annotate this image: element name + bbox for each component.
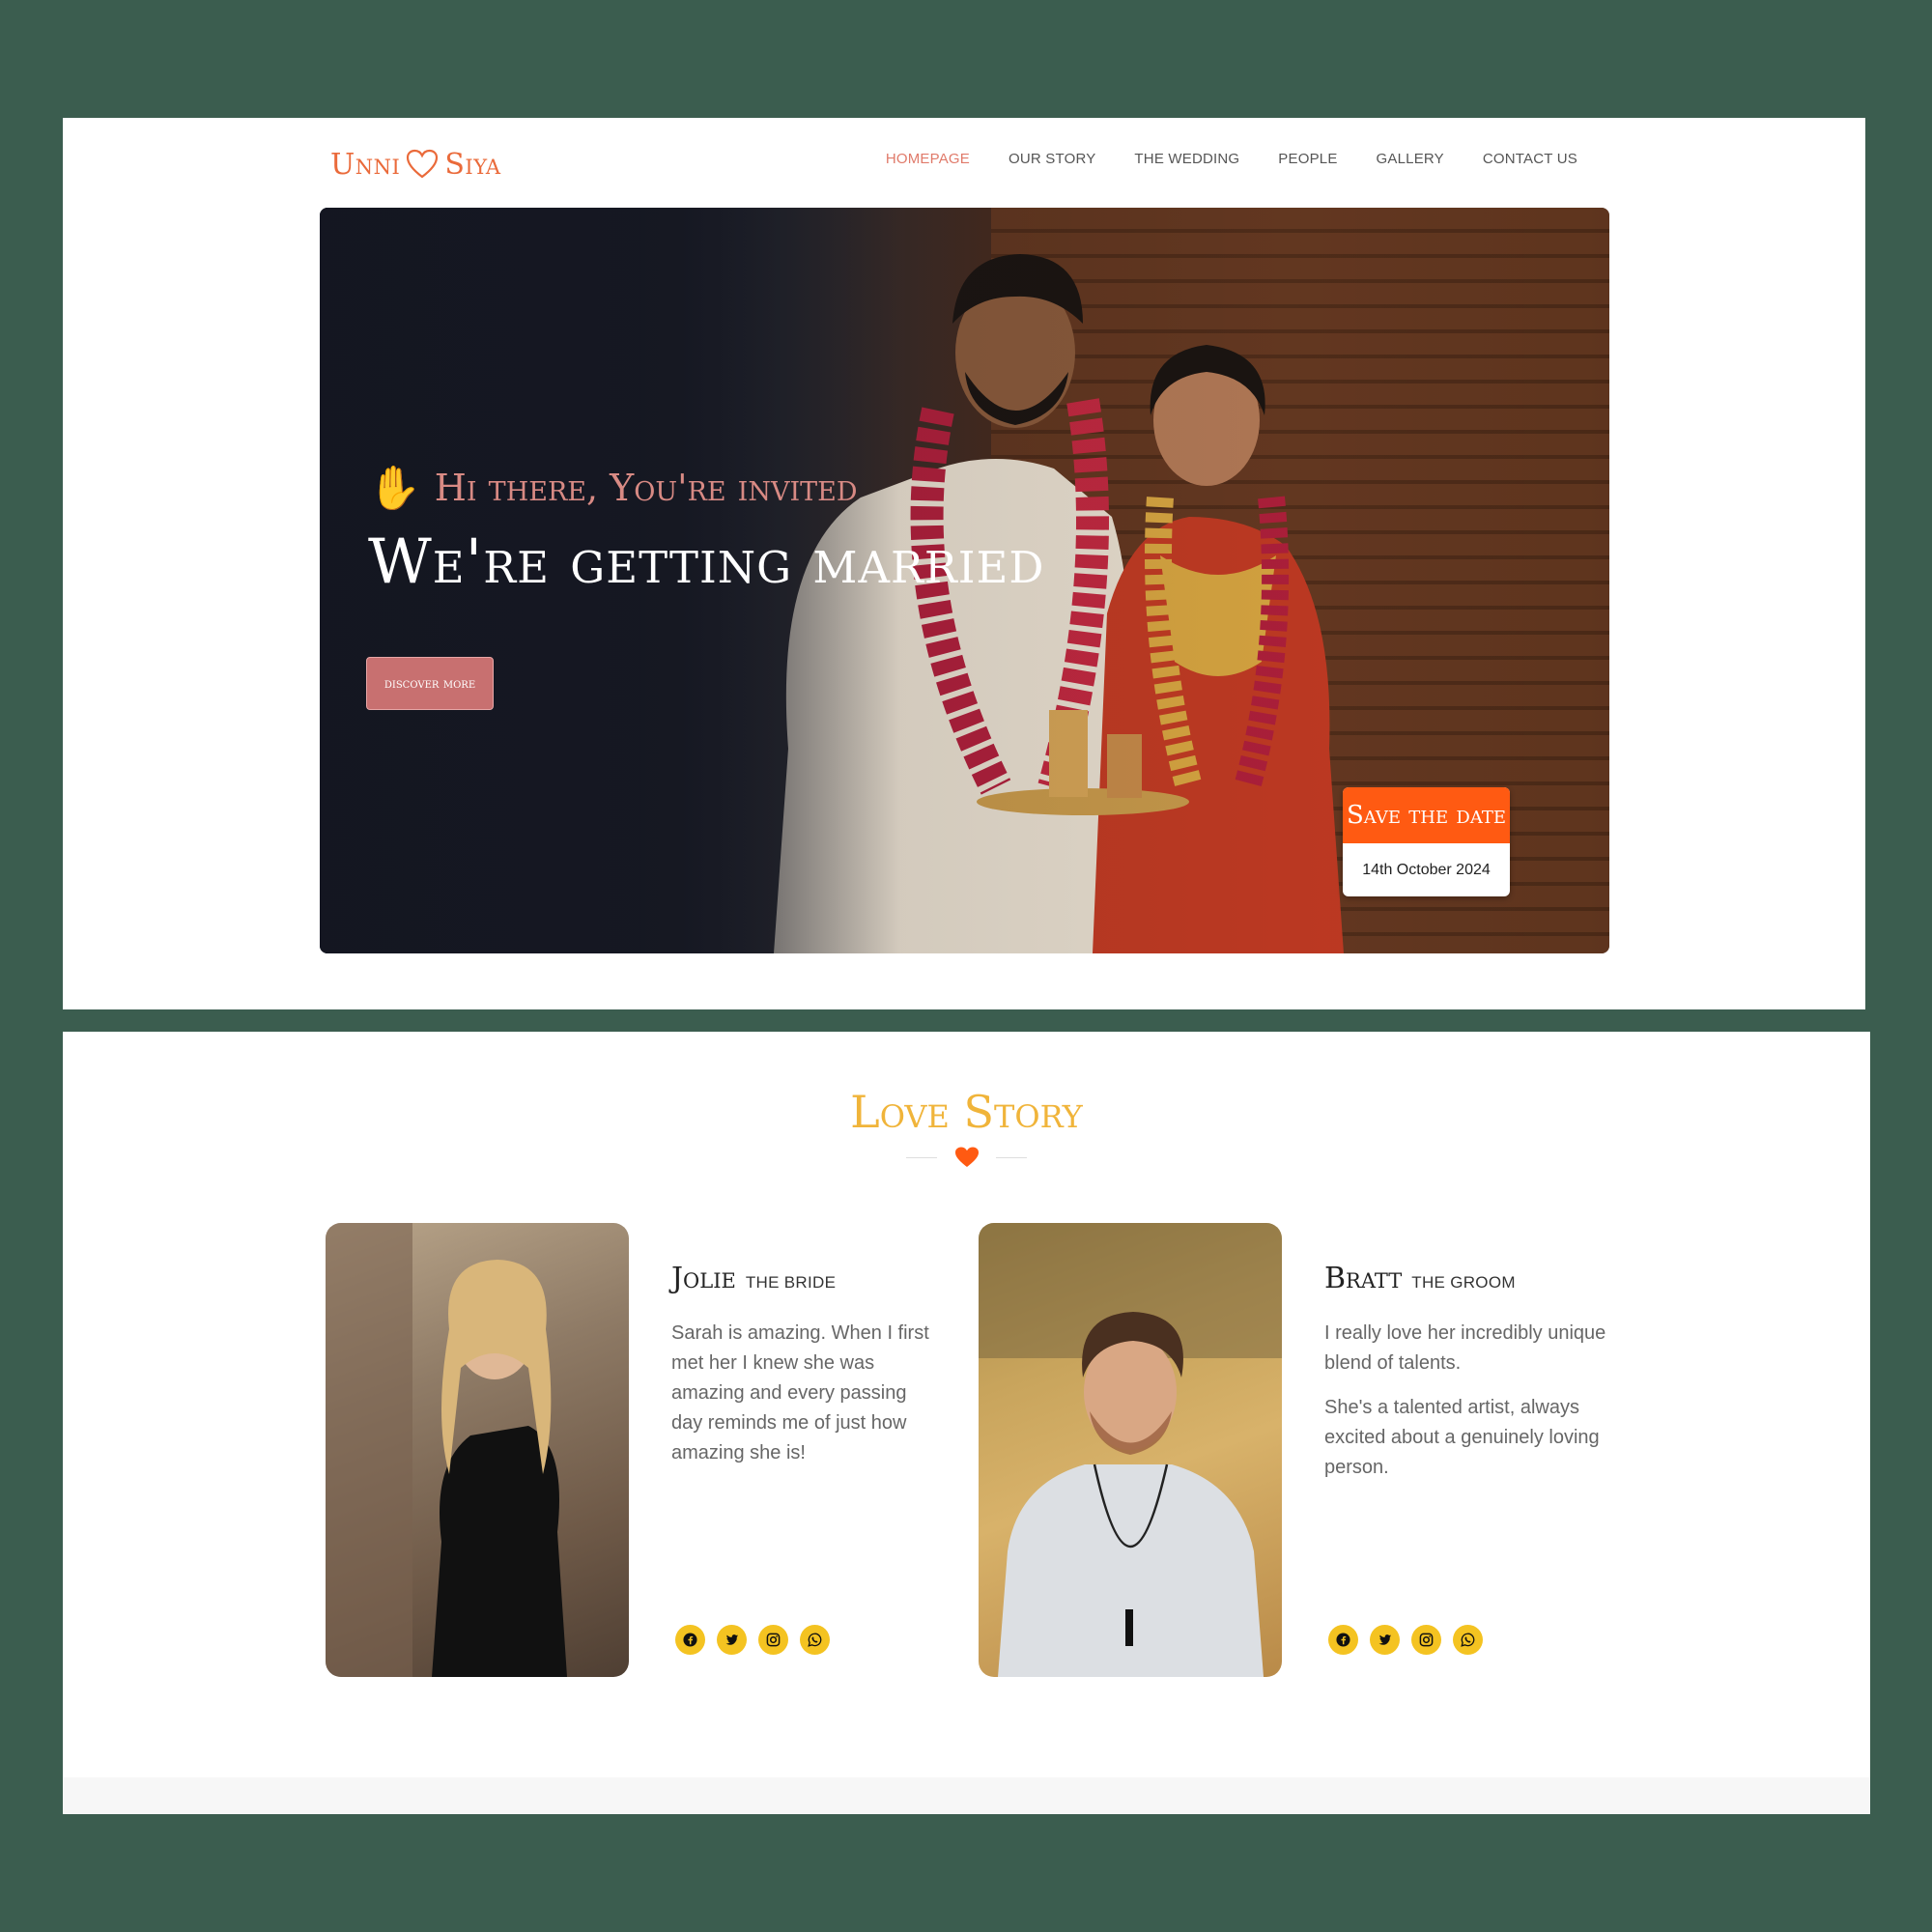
next-section-strip (63, 1777, 1870, 1814)
save-the-date-title: Save the date (1343, 787, 1510, 843)
greeting-text: Hi there, You're invited (434, 467, 858, 509)
bride-role: THE BRIDE (745, 1273, 837, 1292)
nav-contact-us[interactable]: CONTACT US (1483, 151, 1577, 167)
title-divider (906, 1146, 1027, 1169)
divider-line-right (996, 1156, 1027, 1158)
groom-role: THE GROOM (1411, 1273, 1516, 1292)
bride-heading: Jolie THE BRIDE (671, 1262, 836, 1295)
discover-more-button[interactable]: discover more (366, 657, 494, 710)
twitter-icon[interactable] (1370, 1625, 1400, 1655)
bride-name: Jolie (671, 1262, 736, 1295)
groom-social-links (1328, 1625, 1483, 1655)
hero-panel: Unni Siya HOMEPAGE OUR STORY THE WEDDING… (63, 118, 1865, 1009)
waving-hand-icon: ✋ (368, 464, 421, 513)
facebook-icon[interactable] (675, 1625, 705, 1655)
bride-bio: Sarah is amazing. When I first met her I… (671, 1319, 932, 1468)
hero-greeting: ✋ Hi there, You're invited (368, 463, 858, 513)
site-header: Unni Siya HOMEPAGE OUR STORY THE WEDDING… (63, 118, 1865, 207)
hero-banner: ✋ Hi there, You're invited We're getting… (320, 208, 1609, 953)
groom-photo (979, 1223, 1282, 1677)
site-logo[interactable]: Unni Siya (330, 145, 501, 184)
groom-bio: I really love her incredibly unique blen… (1324, 1319, 1614, 1483)
main-nav: HOMEPAGE OUR STORY THE WEDDING PEOPLE GA… (886, 151, 1577, 167)
whatsapp-icon[interactable] (800, 1625, 830, 1655)
groom-heading: Bratt THE GROOM (1324, 1262, 1516, 1295)
nav-the-wedding[interactable]: THE WEDDING (1134, 151, 1239, 167)
instagram-icon[interactable] (758, 1625, 788, 1655)
twitter-icon[interactable] (717, 1625, 747, 1655)
wedding-date: 14th October 2024 (1362, 861, 1491, 878)
nav-our-story[interactable]: OUR STORY (1009, 151, 1095, 167)
groom-name: Bratt (1324, 1262, 1403, 1295)
nav-people[interactable]: PEOPLE (1278, 151, 1337, 167)
groom-bio-paragraph-2: She's a talented artist, always excited … (1324, 1397, 1600, 1478)
bride-figure (326, 1223, 567, 1677)
groom-bio-paragraph-1: I really love her incredibly unique blen… (1324, 1322, 1606, 1374)
bride-bio-paragraph: Sarah is amazing. When I first met her I… (671, 1322, 929, 1463)
bride-social-links (675, 1625, 830, 1655)
hero-headline: We're getting married (368, 526, 1045, 598)
love-story-title: Love Story (850, 1086, 1083, 1138)
nav-homepage[interactable]: HOMEPAGE (886, 151, 970, 167)
love-story-panel: Love Story Jolie THE BRIDE Sarah is amaz… (63, 1032, 1870, 1814)
facebook-icon[interactable] (1328, 1625, 1358, 1655)
heart-icon (407, 149, 439, 179)
bride-photo (326, 1223, 629, 1677)
nav-gallery[interactable]: GALLERY (1377, 151, 1444, 167)
heart-icon (954, 1147, 979, 1167)
divider-line-left (906, 1156, 937, 1158)
whatsapp-icon[interactable] (1453, 1625, 1483, 1655)
save-the-date-card: Save the date 14th October 2024 (1343, 787, 1510, 896)
logo-name-left: Unni (330, 147, 401, 182)
groom-figure (979, 1223, 1282, 1677)
logo-name-right: Siya (444, 147, 501, 182)
instagram-icon[interactable] (1411, 1625, 1441, 1655)
